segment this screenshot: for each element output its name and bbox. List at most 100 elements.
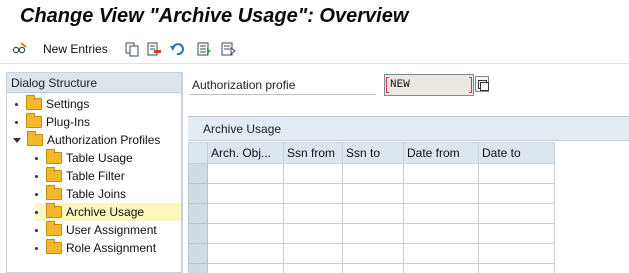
- cell-arch-obj[interactable]: [207, 263, 284, 273]
- cell-arch-obj[interactable]: [207, 243, 284, 264]
- row-selector[interactable]: [188, 223, 208, 244]
- cell-ssn-from[interactable]: [283, 263, 343, 273]
- row-selector[interactable]: [188, 203, 208, 224]
- folder-icon: [46, 185, 62, 200]
- folder-icon: [46, 167, 62, 182]
- cell-arch-obj[interactable]: [207, 223, 284, 244]
- deselect-all-button[interactable]: [220, 40, 236, 58]
- tree-item-label: Table Usage: [66, 151, 133, 165]
- authorization-profile-label: Authorization profie: [192, 78, 296, 92]
- row-selector[interactable]: [188, 163, 208, 184]
- column-header[interactable]: Ssn to: [342, 142, 404, 164]
- bullet-icon: [35, 156, 38, 160]
- cell-ssn-to[interactable]: [342, 223, 404, 244]
- deselect-icon: [220, 41, 236, 57]
- select-all-button[interactable]: [196, 40, 212, 58]
- archive-usage-table: Arch. Obj... Ssn from Ssn to Date from D…: [188, 142, 555, 273]
- cell-date-from[interactable]: [403, 163, 479, 184]
- column-header[interactable]: Ssn from: [283, 142, 343, 164]
- tree-item-label: Settings: [46, 97, 90, 111]
- table-row: [188, 243, 555, 264]
- archive-usage-table-panel: Archive Usage Arch. Obj... Ssn from Ssn …: [188, 116, 629, 273]
- table-row: [188, 183, 555, 204]
- glasses-edit-icon: [12, 41, 28, 57]
- cell-ssn-to[interactable]: [342, 163, 404, 184]
- undo-icon: [169, 41, 185, 57]
- bullet-icon: [35, 228, 38, 232]
- tree-item-table-filter[interactable]: Table Filter: [35, 167, 125, 185]
- tree-item-plug-ins[interactable]: Plug-Ins: [15, 113, 90, 131]
- column-header[interactable]: Date to: [478, 142, 555, 164]
- cell-date-to[interactable]: [478, 263, 555, 273]
- tree-item-settings[interactable]: Settings: [15, 95, 89, 113]
- tree-item-archive-usage[interactable]: Archive Usage: [35, 203, 181, 221]
- undo-button[interactable]: [169, 40, 185, 58]
- cell-ssn-to[interactable]: [342, 263, 404, 273]
- dialog-structure-panel: Dialog Structure Settings Plug-Ins Autho…: [6, 72, 183, 273]
- tree-item-table-usage[interactable]: Table Usage: [35, 149, 133, 167]
- folder-icon: [27, 131, 43, 146]
- dialog-structure-header: Dialog Structure: [7, 73, 181, 93]
- cell-date-from[interactable]: [403, 203, 479, 224]
- folder-icon: [46, 221, 62, 236]
- tree-item-label: Authorization Profiles: [47, 133, 161, 147]
- select-all-rows-button[interactable]: [188, 142, 208, 164]
- table-header-row: Arch. Obj... Ssn from Ssn to Date from D…: [188, 142, 555, 164]
- folder-icon: [26, 113, 42, 128]
- column-header[interactable]: Date from: [403, 142, 479, 164]
- tree-item-table-joins[interactable]: Table Joins: [35, 185, 126, 203]
- column-header[interactable]: Arch. Obj...: [207, 142, 284, 164]
- cell-date-to[interactable]: [478, 223, 555, 244]
- cell-date-from[interactable]: [403, 263, 479, 273]
- tree-item-label: Plug-Ins: [46, 115, 91, 129]
- cell-date-to[interactable]: [478, 163, 555, 184]
- bullet-icon: [35, 246, 38, 250]
- cell-ssn-to[interactable]: [342, 183, 404, 204]
- authorization-profile-field[interactable]: NEW: [384, 74, 474, 96]
- value-help-icon[interactable]: [475, 76, 489, 92]
- authorization-profile-row: Authorization profie NEW: [190, 72, 629, 100]
- expand-arrow-icon[interactable]: [13, 137, 21, 143]
- select-all-icon: [196, 41, 212, 57]
- delete-icon: [146, 41, 162, 57]
- cell-date-to[interactable]: [478, 243, 555, 264]
- table-title: Archive Usage: [188, 117, 629, 141]
- tree-item-label: Archive Usage: [66, 205, 145, 219]
- copy-button[interactable]: [124, 40, 140, 58]
- cell-ssn-to[interactable]: [342, 243, 404, 264]
- cell-date-from[interactable]: [403, 183, 479, 204]
- bullet-icon: [15, 120, 18, 124]
- cell-date-from[interactable]: [403, 243, 479, 264]
- cell-arch-obj[interactable]: [207, 203, 284, 224]
- copy-icon: [124, 41, 140, 57]
- cell-ssn-from[interactable]: [283, 203, 343, 224]
- delete-button[interactable]: [146, 40, 162, 58]
- tree-item-label: Table Joins: [66, 187, 127, 201]
- cell-date-to[interactable]: [478, 203, 555, 224]
- tree-item-authorization-profiles[interactable]: Authorization Profiles: [13, 131, 160, 149]
- bullet-icon: [15, 102, 18, 106]
- bullet-icon: [35, 174, 38, 178]
- required-marker-left: [386, 77, 389, 93]
- folder-icon: [26, 95, 42, 110]
- tree-item-user-assignment[interactable]: User Assignment: [35, 221, 157, 239]
- cell-ssn-from[interactable]: [283, 243, 343, 264]
- cell-ssn-to[interactable]: [342, 203, 404, 224]
- cell-ssn-from[interactable]: [283, 223, 343, 244]
- row-selector[interactable]: [188, 263, 208, 273]
- folder-icon: [46, 203, 62, 218]
- tree-item-role-assignment[interactable]: Role Assignment: [35, 239, 156, 257]
- row-selector[interactable]: [188, 183, 208, 204]
- cell-arch-obj[interactable]: [207, 163, 284, 184]
- title-bar: Change View "Archive Usage": Overview: [0, 0, 629, 34]
- cell-ssn-from[interactable]: [283, 163, 343, 184]
- application-toolbar: New Entries: [0, 34, 629, 64]
- cell-date-from[interactable]: [403, 223, 479, 244]
- new-entries-button[interactable]: New Entries: [12, 40, 108, 58]
- cell-ssn-from[interactable]: [283, 183, 343, 204]
- row-selector[interactable]: [188, 243, 208, 264]
- cell-date-to[interactable]: [478, 183, 555, 204]
- tree-item-label: Table Filter: [66, 169, 125, 183]
- cell-arch-obj[interactable]: [207, 183, 284, 204]
- folder-icon: [46, 239, 62, 254]
